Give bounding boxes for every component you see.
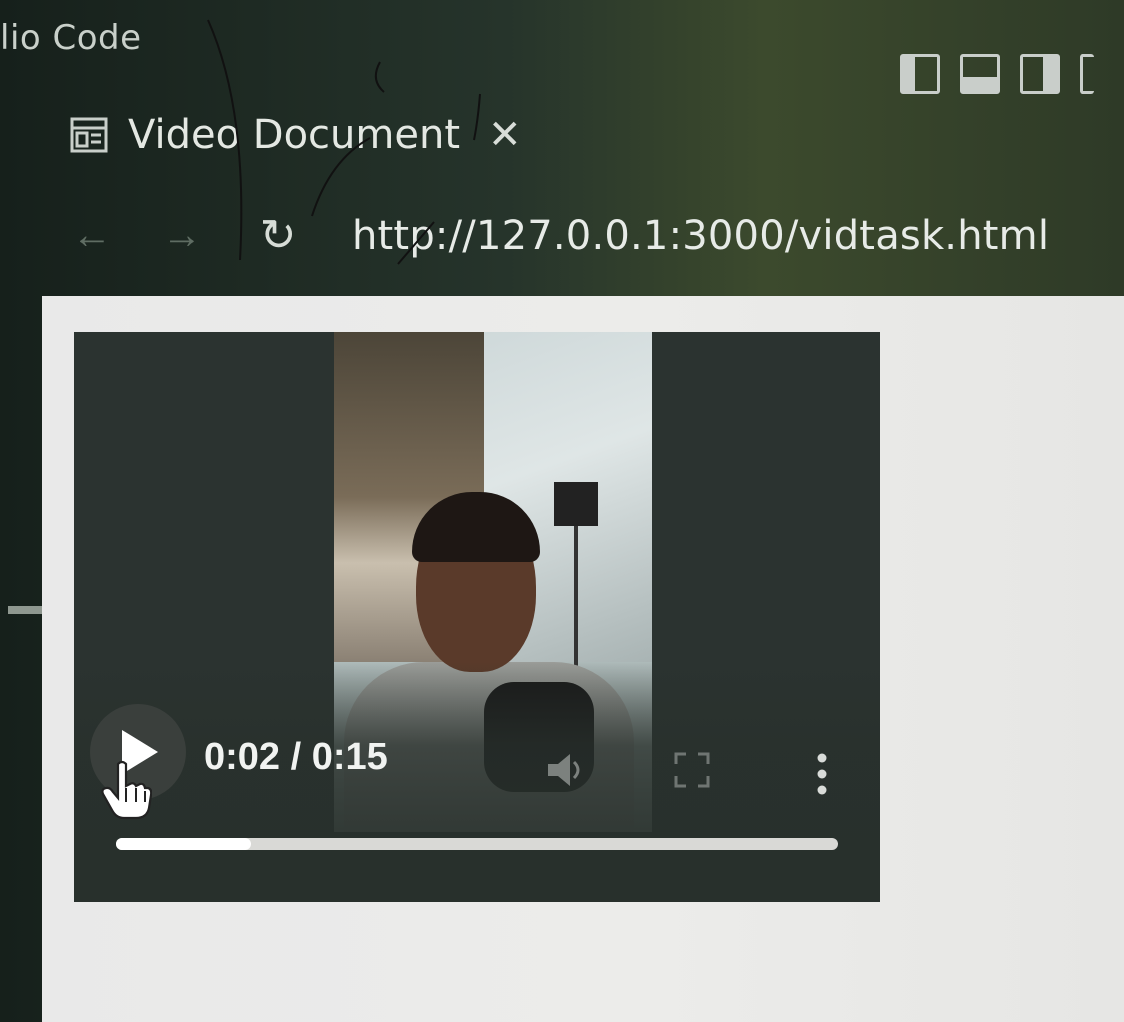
video-controls-overlay [74, 662, 880, 902]
close-icon[interactable]: ✕ [488, 112, 522, 158]
volume-icon[interactable] [542, 748, 586, 792]
video-ring-light [554, 482, 598, 526]
toggle-primary-sidebar-icon[interactable] [900, 54, 940, 94]
preview-icon [70, 117, 108, 153]
seek-bar[interactable] [116, 838, 838, 850]
toggle-secondary-sidebar-icon[interactable] [1020, 54, 1060, 94]
toggle-panel-icon[interactable] [960, 54, 1000, 94]
forward-arrow-icon[interactable]: → [152, 213, 212, 258]
back-arrow-icon[interactable]: ← [62, 213, 122, 258]
customize-layout-icon[interactable] [1080, 54, 1094, 94]
sash-divider[interactable] [8, 606, 46, 614]
app-title: lio Code [0, 18, 142, 58]
hand-cursor-icon [101, 760, 152, 820]
address-bar[interactable]: http://127.0.0.1:3000/vidtask.html [352, 213, 1049, 259]
time-display: 0:02 / 0:15 [204, 736, 388, 778]
video-light-stand [574, 522, 578, 682]
browser-toolbar: ← → ↻ http://127.0.0.1:3000/vidtask.html [62, 210, 1049, 261]
more-options-icon[interactable] [812, 752, 832, 796]
video-player[interactable]: 0:02 / 0:15 [74, 332, 880, 902]
fullscreen-icon[interactable] [674, 752, 710, 788]
tab-video-document[interactable]: Video Document ✕ [70, 112, 522, 158]
reload-icon[interactable]: ↻ [248, 210, 308, 261]
tab-label: Video Document [128, 112, 461, 158]
seek-progress [116, 838, 251, 850]
layout-controls [900, 54, 1094, 94]
